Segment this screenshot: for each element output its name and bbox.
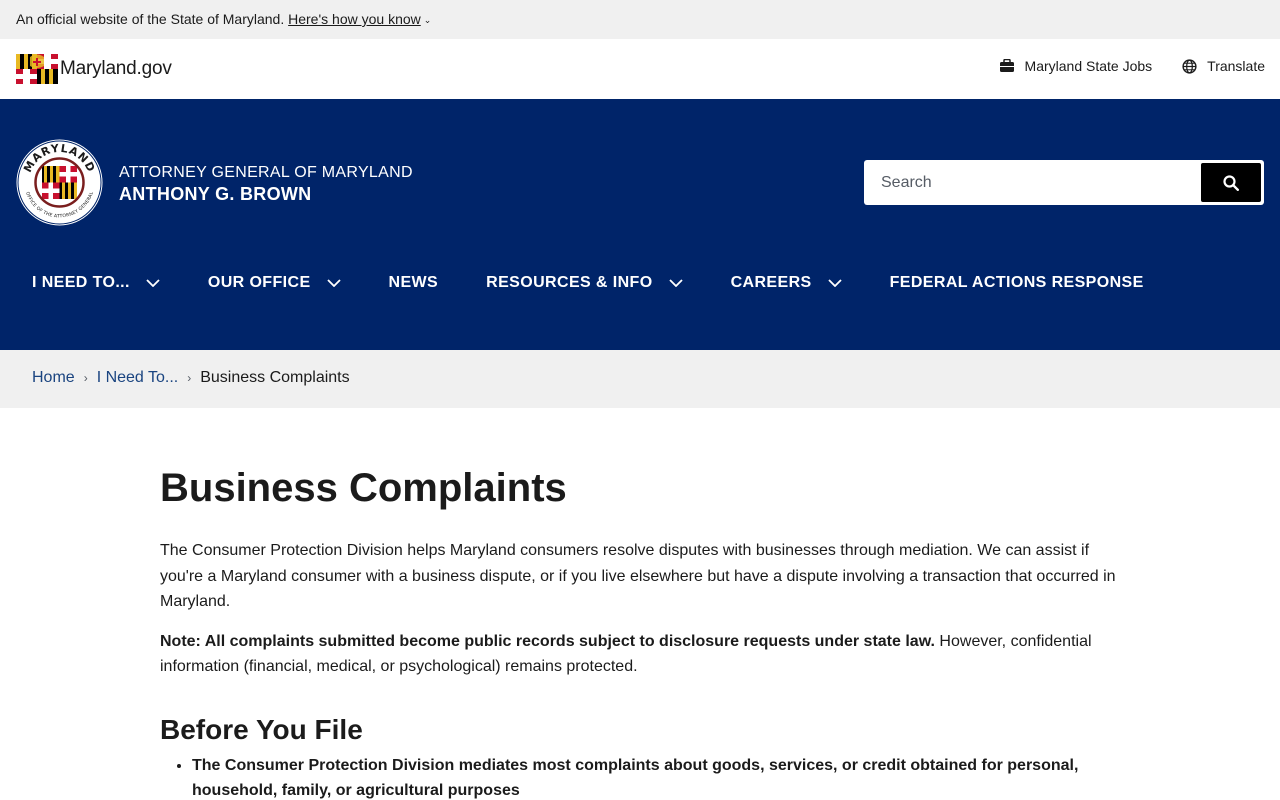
globe-icon [1182, 58, 1197, 74]
nav-careers-label[interactable]: CAREERS [731, 274, 812, 292]
nav-resources-info-label[interactable]: RESOURCES & INFO [486, 274, 652, 292]
nav-federal-actions-response[interactable]: FEDERAL ACTIONS RESPONSE [890, 274, 1144, 292]
chevron-down-icon[interactable] [668, 279, 683, 287]
how-you-know-link[interactable]: Here's how you know ⌄ [288, 11, 431, 27]
agency-title[interactable]: ATTORNEY GENERAL OF MARYLAND [119, 163, 413, 183]
utility-links: Maryland State Jobs Translate [999, 58, 1265, 74]
official-banner-text: An official website of the State of Mary… [16, 11, 285, 27]
official-site-banner: An official website of the State of Mary… [0, 0, 1280, 39]
nav-i-need-to[interactable]: I NEED TO... [32, 274, 160, 292]
briefcase-icon [999, 59, 1014, 72]
chevron-down-icon[interactable] [146, 279, 160, 287]
search-button[interactable] [1201, 163, 1261, 202]
breadcrumb-bar: Home › I Need To... › Business Complaint… [0, 350, 1280, 408]
main-content: Business Complaints The Consumer Protect… [160, 462, 1120, 800]
intro-paragraph: The Consumer Protection Division helps M… [160, 542, 1116, 610]
before-you-file-list: The Consumer Protection Division mediate… [160, 753, 1120, 800]
utility-bar: Maryland.gov Maryland State Jobs Transla… [0, 39, 1280, 99]
search-input[interactable] [865, 161, 1195, 204]
nav-federal-actions-response-label[interactable]: FEDERAL ACTIONS RESPONSE [890, 274, 1144, 292]
maryland-gov-wordmark[interactable]: Maryland.gov [60, 58, 172, 80]
note-bold-text: Note: All complaints submitted become pu… [160, 632, 935, 650]
maryland-flag-icon [16, 54, 58, 84]
breadcrumb: Home › I Need To... › Business Complaint… [32, 369, 350, 387]
note-paragraph: Note: All complaints submitted become pu… [160, 629, 1120, 680]
attorney-general-name[interactable]: ANTHONY G. BROWN [119, 183, 413, 205]
agency-name[interactable]: ATTORNEY GENERAL OF MARYLAND ANTHONY G. … [119, 163, 413, 205]
site-header: MARYLAND OFFICE OF THE ATTORNEY GENERAL … [0, 99, 1280, 350]
page-title: Business Complaints [160, 466, 567, 510]
chevron-right-icon: › [187, 371, 192, 385]
translate-label[interactable]: Translate [1207, 58, 1265, 74]
breadcrumb-i-need-to[interactable]: I Need To... [97, 369, 179, 387]
chevron-down-icon[interactable] [326, 279, 341, 287]
list-item: The Consumer Protection Division mediate… [192, 753, 1120, 800]
main-navigation: I NEED TO... OUR OFFICE NEWS RESOURCES &… [32, 271, 1192, 295]
chevron-down-icon[interactable]: ⌄ [424, 1, 432, 40]
nav-i-need-to-label[interactable]: I NEED TO... [32, 274, 130, 292]
nav-resources-info[interactable]: RESOURCES & INFO [486, 274, 683, 292]
before-you-file-heading: Before You File [160, 713, 363, 745]
breadcrumb-current: Business Complaints [200, 369, 350, 386]
maryland-gov-logo[interactable]: Maryland.gov [16, 54, 172, 84]
search-icon [1223, 174, 1239, 191]
nav-careers[interactable]: CAREERS [731, 274, 842, 292]
attorney-general-seal-icon[interactable]: MARYLAND OFFICE OF THE ATTORNEY GENERAL [16, 139, 103, 226]
state-jobs-link[interactable]: Maryland State Jobs [999, 58, 1153, 74]
how-you-know-label[interactable]: Here's how you know [288, 11, 421, 27]
nav-news-label[interactable]: NEWS [389, 274, 439, 292]
search-form [864, 160, 1264, 205]
breadcrumb-home[interactable]: Home [32, 369, 75, 387]
translate-button[interactable]: Translate [1182, 58, 1265, 74]
chevron-down-icon[interactable] [827, 279, 842, 287]
nav-our-office[interactable]: OUR OFFICE [208, 274, 341, 292]
chevron-right-icon: › [83, 371, 88, 385]
nav-news[interactable]: NEWS [389, 274, 439, 292]
state-jobs-label[interactable]: Maryland State Jobs [1025, 58, 1153, 74]
nav-our-office-label[interactable]: OUR OFFICE [208, 274, 311, 292]
